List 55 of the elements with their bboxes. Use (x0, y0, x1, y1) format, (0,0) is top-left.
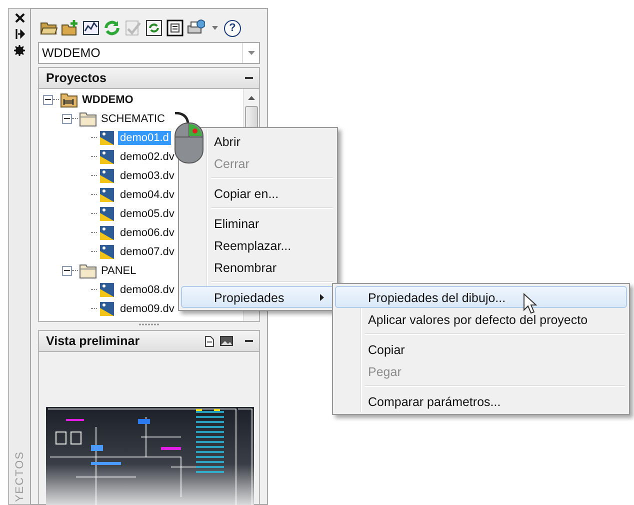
drawing-file-icon (98, 148, 116, 164)
tree-item[interactable]: SCHEMATIC (99, 112, 167, 126)
help-button[interactable]: ? (224, 20, 241, 36)
drawing-file-icon (98, 130, 116, 146)
drawing-file-icon (98, 244, 116, 260)
menu-item[interactable]: Comparar parámetros... (335, 390, 627, 412)
submenu-arrow-icon (320, 294, 324, 301)
menu-item[interactable]: Copiar en... (207, 182, 335, 204)
section-title: Proyectos (46, 71, 108, 85)
new-folder-icon[interactable] (61, 19, 79, 37)
tree-item[interactable]: demo07.dv (118, 244, 176, 258)
tree-item[interactable]: demo04.dv (118, 188, 176, 202)
auto-hide-icon[interactable] (14, 29, 24, 39)
drawing-file-icon (98, 186, 116, 202)
cursor-arrow-icon (523, 293, 537, 314)
menu-item[interactable]: Renombrar (207, 256, 335, 278)
tree-item[interactable]: demo09.dv (118, 302, 176, 316)
dropdown-arrow-icon (248, 51, 254, 55)
check-icon[interactable] (124, 19, 142, 37)
drawing-file-icon (98, 168, 116, 184)
menu-item[interactable]: Propiedades (181, 286, 335, 308)
tree-item[interactable]: demo08.dv (118, 282, 176, 296)
chart-icon[interactable] (82, 19, 100, 37)
menu-item[interactable]: Propiedades del dibujo... (335, 286, 627, 308)
tree-item[interactable]: demo06.dv (118, 226, 176, 240)
tree-item[interactable]: demo03.dv (118, 168, 176, 182)
tree-item[interactable]: demo05.dv (118, 206, 176, 220)
close-icon[interactable] (14, 13, 24, 23)
menu-item[interactable]: Reemplazar... (207, 234, 335, 256)
dropdown-caret-icon[interactable] (212, 26, 218, 30)
document-list-icon[interactable] (166, 19, 184, 37)
expander-icon[interactable] (43, 94, 53, 104)
drawing-file-icon (98, 300, 116, 316)
tree-item[interactable]: WDDEMO (80, 92, 136, 106)
project-dropdown[interactable]: WDDEMO (38, 42, 260, 64)
menu-item[interactable]: Aplicar valores por defecto del proyecto (335, 308, 627, 330)
palette-title: YECTOS (14, 450, 26, 502)
project-icon (60, 92, 78, 108)
image-icon[interactable] (220, 336, 233, 346)
drawing-file-icon (98, 282, 116, 298)
expander-icon[interactable] (62, 266, 72, 276)
drawing-file-icon (98, 206, 116, 222)
mouse-icon (174, 112, 204, 164)
drawing-file-icon (98, 224, 116, 240)
tree-item[interactable]: demo02.dv (118, 150, 176, 164)
menu-item[interactable]: Eliminar (207, 212, 335, 234)
menu-item[interactable]: Copiar (335, 338, 627, 360)
scroll-up-icon[interactable] (248, 96, 255, 100)
section-title: Vista preliminar (46, 334, 141, 348)
menu-item[interactable]: Abrir (207, 130, 335, 152)
expander-icon[interactable] (62, 114, 72, 124)
folder-refresh-icon[interactable] (145, 19, 163, 37)
settings-icon[interactable] (14, 45, 25, 56)
page-icon[interactable] (205, 336, 214, 346)
tree-item[interactable]: PANEL (99, 264, 138, 278)
